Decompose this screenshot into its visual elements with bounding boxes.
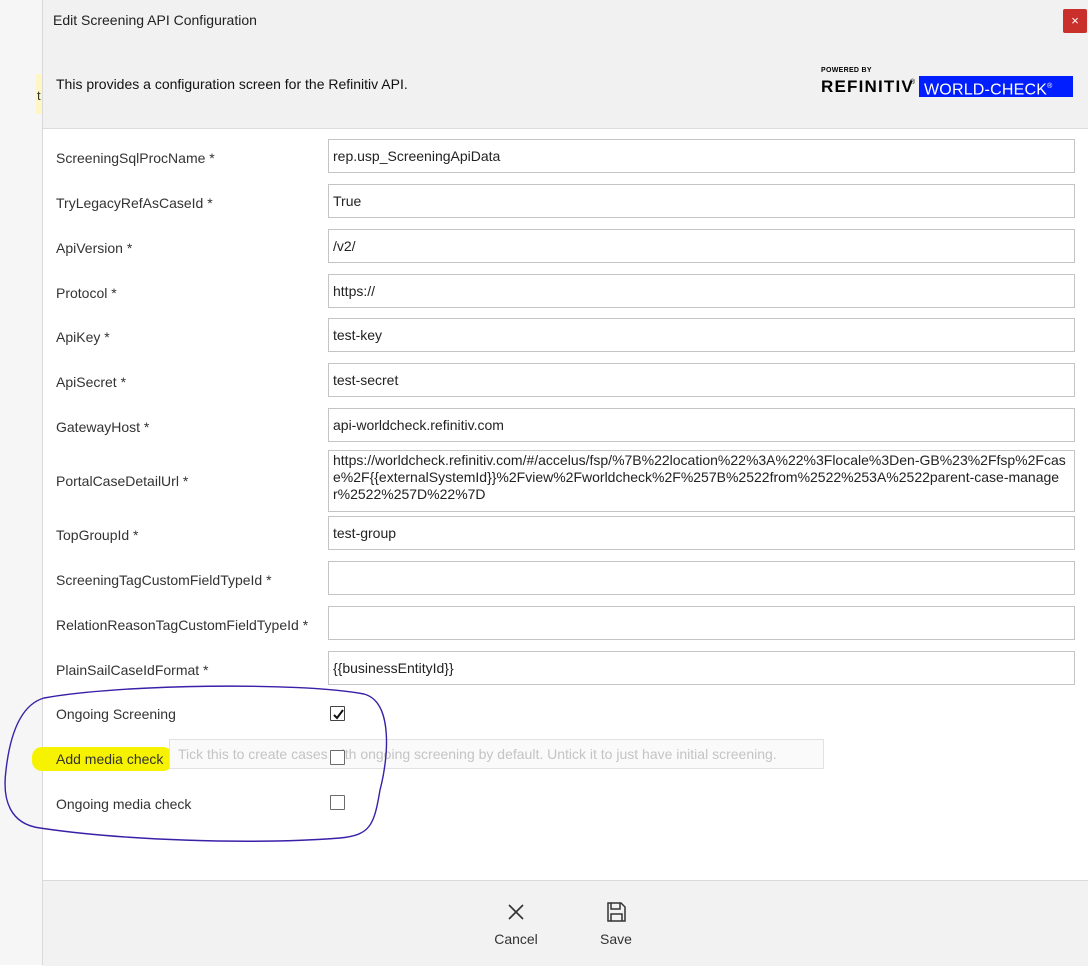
x-icon <box>481 901 551 925</box>
label-ongoing-screening: Ongoing Screening <box>56 706 176 722</box>
relation-reason-tag-input[interactable] <box>328 606 1075 640</box>
api-key-input[interactable]: test-key <box>328 318 1075 352</box>
ongoing-media-check-checkbox[interactable] <box>330 795 345 810</box>
background-window <box>0 0 42 965</box>
protocol-input[interactable]: https:// <box>328 274 1075 308</box>
save-label: Save <box>600 931 632 947</box>
background-partial-text: t <box>37 88 41 103</box>
ongoing-screening-checkbox[interactable] <box>330 706 345 721</box>
screening-sql-proc-name-input[interactable]: rep.usp_ScreeningApiData <box>328 139 1075 173</box>
label-top-group-id: TopGroupId * <box>56 527 139 543</box>
dialog-footer: Cancel Save <box>43 880 1088 966</box>
cancel-button[interactable]: Cancel <box>481 901 551 953</box>
ongoing-screening-tooltip: Tick this to create cases with ongoing s… <box>169 739 824 769</box>
screening-tag-custom-field-input[interactable] <box>328 561 1075 595</box>
api-secret-input[interactable]: test-secret <box>328 363 1075 397</box>
close-icon: × <box>1071 13 1079 28</box>
label-api-secret: ApiSecret * <box>56 374 127 390</box>
top-group-id-input[interactable]: test-group <box>328 516 1075 550</box>
label-portal-case-detail-url: PortalCaseDetailUrl * <box>56 473 189 489</box>
cancel-label: Cancel <box>494 931 538 947</box>
api-version-input[interactable]: /v2/ <box>328 229 1075 263</box>
label-plain-sail-case-id-format: PlainSailCaseIdFormat * <box>56 662 209 678</box>
label-gateway-host: GatewayHost * <box>56 419 150 435</box>
label-add-media-check: Add media check <box>56 751 164 767</box>
dialog-title: Edit Screening API Configuration <box>53 12 257 28</box>
logo-powered-by: POWERED BY <box>821 67 872 74</box>
label-screening-sql-proc-name: ScreeningSqlProcName * <box>56 150 215 166</box>
floppy-disk-icon <box>581 901 651 925</box>
dialog-titlebar: Edit Screening API Configuration × <box>43 0 1088 42</box>
try-legacy-ref-input[interactable]: True <box>328 184 1075 218</box>
label-try-legacy-ref: TryLegacyRefAsCaseId * <box>56 195 213 211</box>
logo-world-check: WORLD-CHECK® <box>919 76 1073 98</box>
label-ongoing-media-check: Ongoing media check <box>56 796 192 812</box>
save-button[interactable]: Save <box>581 901 651 953</box>
portal-case-detail-url-input[interactable]: https://worldcheck.refinitiv.com/#/accel… <box>328 450 1075 512</box>
checkmark-icon <box>333 709 344 720</box>
add-media-check-checkbox[interactable] <box>330 750 345 765</box>
close-button[interactable]: × <box>1063 9 1087 33</box>
label-api-version: ApiVersion * <box>56 240 133 256</box>
gateway-host-input[interactable]: api-worldcheck.refinitiv.com <box>328 408 1075 442</box>
dialog-description: This provides a configuration screen for… <box>56 76 408 92</box>
label-protocol: Protocol * <box>56 285 117 301</box>
label-api-key: ApiKey * <box>56 329 110 345</box>
refinitiv-world-check-logo: POWERED BY REFINITIV ® WORLD-CHECK® <box>821 67 1073 99</box>
label-screening-tag-custom-field: ScreeningTagCustomFieldTypeId * <box>56 572 272 588</box>
logo-registered-mark: ® <box>910 79 916 86</box>
plain-sail-case-id-format-input[interactable]: {{businessEntityId}} <box>328 651 1075 685</box>
label-relation-reason-tag: RelationReasonTagCustomFieldTypeId * <box>56 617 309 633</box>
logo-refinitiv: REFINITIV <box>821 77 914 96</box>
